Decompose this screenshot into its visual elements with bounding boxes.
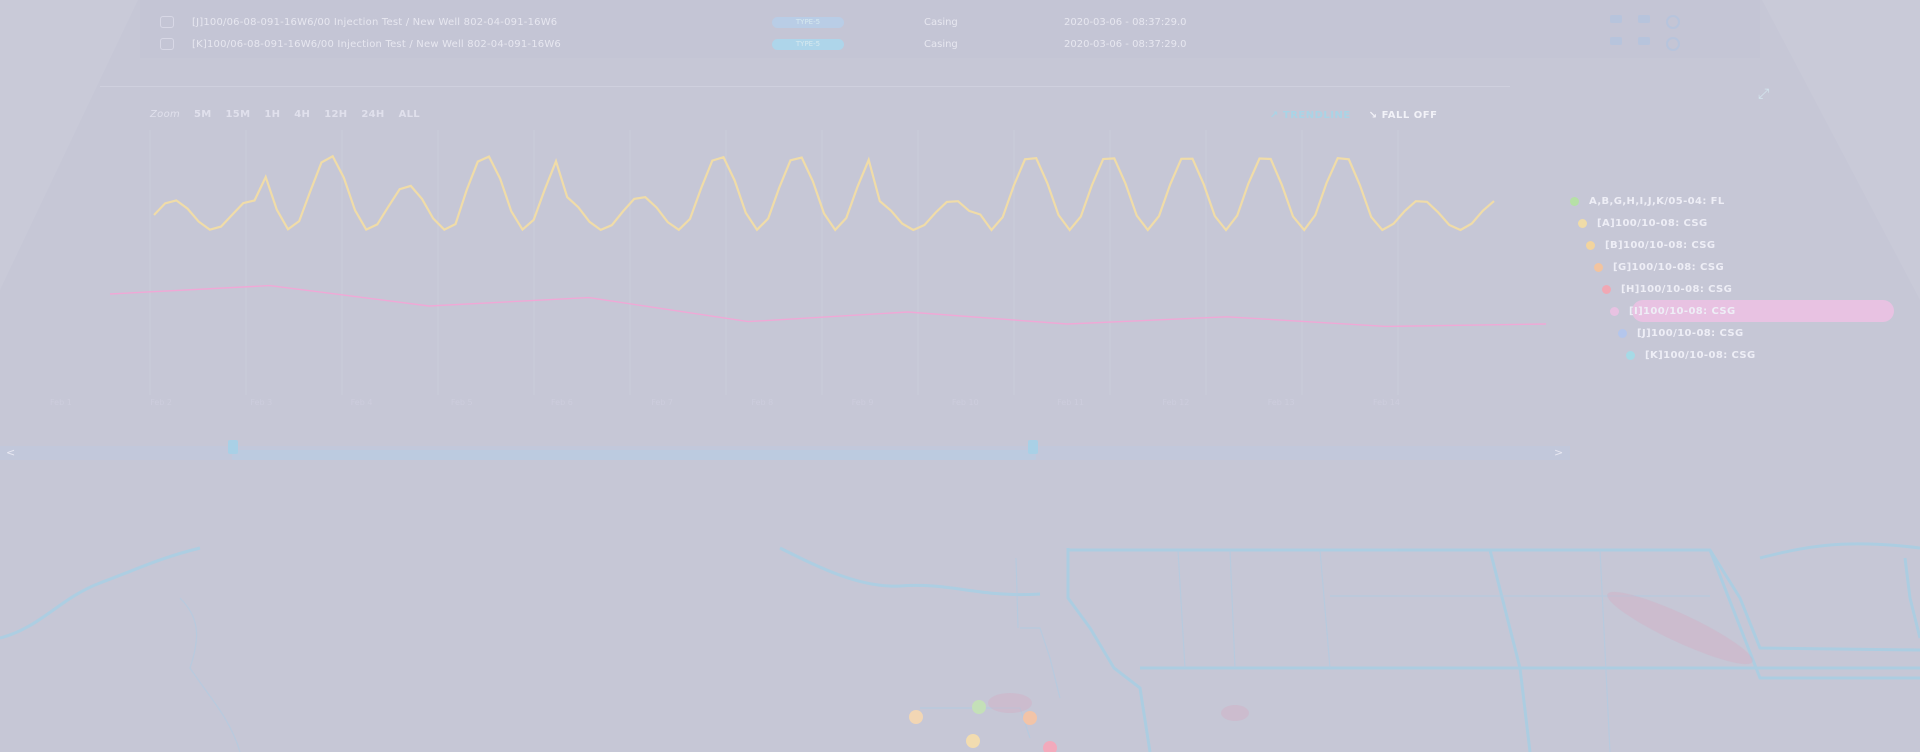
well-marker (1043, 741, 1057, 752)
legend-label: A,B,G,H,I,J,K/05-04: FL (1589, 195, 1725, 207)
legend-label: [K]100/10-08: CSG (1645, 349, 1756, 361)
well-marker (909, 710, 923, 724)
x-tick-label: Feb 11 (1057, 398, 1085, 407)
x-tick-label: Feb 8 (751, 398, 774, 407)
legend-item[interactable]: A,B,G,H,I,J,K/05-04: FL (1570, 190, 1756, 212)
range-handle-right[interactable] (1028, 440, 1038, 454)
x-axis-labels: Feb 1 Feb 2 Feb 3 Feb 4 Feb 5 Feb 6 Feb 7 Feb 8… (50, 398, 1400, 407)
legend-dot (1626, 350, 1635, 360)
range-handle-left[interactable] (228, 440, 238, 454)
legend-dot (1586, 240, 1595, 250)
x-tick-label: Feb 12 (1162, 398, 1190, 407)
legend-item[interactable]: [G]100/10-08: CSG (1594, 256, 1756, 278)
well-marker (1023, 711, 1037, 725)
x-tick-label: Feb 14 (1373, 398, 1400, 407)
well-marker (966, 734, 980, 748)
scroll-left-arrow[interactable]: < (6, 446, 15, 459)
legend-dot (1610, 306, 1619, 316)
legend-item[interactable]: [J]100/10-08: CSG (1618, 322, 1756, 344)
x-tick-label: Feb 3 (250, 398, 273, 407)
chart-legend: A,B,G,H,I,J,K/05-04: FL [A]100/10-08: CSG… (1570, 190, 1894, 366)
x-tick-label: Feb 1 (50, 398, 72, 407)
legend-label: [A]100/10-08: CSG (1597, 217, 1708, 229)
legend-label: [B]100/10-08: CSG (1605, 239, 1716, 251)
legend-dot (1570, 196, 1579, 206)
legend-dot (1594, 262, 1603, 272)
legend-label: [G]100/10-08: CSG (1613, 261, 1725, 273)
legend-label: [J]100/10-08: CSG (1637, 327, 1744, 339)
legend-dot (1618, 328, 1627, 338)
legend-item[interactable]: [A]100/10-08: CSG (1578, 212, 1756, 234)
legend-dot (1602, 284, 1611, 294)
legend-item[interactable]: [B]100/10-08: CSG (1586, 234, 1756, 256)
x-tick-label: Feb 7 (651, 398, 674, 407)
legend-dot (1578, 218, 1587, 228)
x-tick-label: Feb 2 (150, 398, 172, 407)
legend-item[interactable]: [H]100/10-08: CSG (1602, 278, 1756, 300)
well-map[interactable] (0, 538, 1920, 752)
chart-grid (149, 130, 1399, 395)
legend-label: [I]100/10-08: CSG (1629, 305, 1736, 317)
series-line-fluid-level (109, 284, 1547, 328)
legend-item[interactable]: [I]100/10-08: CSG (1610, 300, 1894, 322)
x-tick-label: Feb 4 (350, 398, 373, 407)
x-tick-label: Feb 13 (1267, 398, 1295, 407)
x-tick-label: Feb 9 (851, 398, 874, 407)
x-tick-label: Feb 6 (551, 398, 573, 407)
scroll-right-arrow[interactable]: > (1554, 446, 1563, 459)
legend-label: [H]100/10-08: CSG (1621, 283, 1733, 295)
range-navigator-thumb[interactable] (232, 450, 1036, 460)
series-line-casing (153, 154, 1495, 232)
well-marker (972, 700, 986, 714)
legend-item[interactable]: [K]100/10-08: CSG (1626, 344, 1756, 366)
x-tick-label: Feb 5 (450, 398, 473, 407)
x-tick-label: Feb 10 (951, 398, 979, 407)
